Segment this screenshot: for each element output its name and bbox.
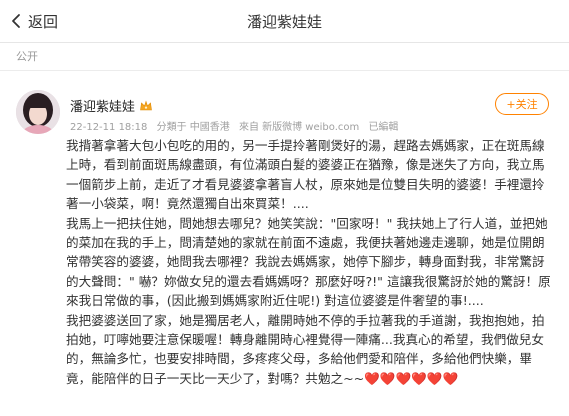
post-source: 來自 新版微博 weibo.com xyxy=(238,122,360,133)
crown-icon xyxy=(140,100,152,110)
follow-button[interactable]: +关注 xyxy=(495,93,549,115)
edited-label[interactable]: 已編輯 xyxy=(368,122,398,133)
heart-emojis: ❤️❤️❤️❤️❤️❤️ xyxy=(364,370,459,386)
username-row: 潘迎紫娃娃 xyxy=(70,96,153,115)
avatar-image xyxy=(16,90,60,134)
post-meta: 22-12-11 18:18 分類于 中國香港 來自 新版微博 weibo.co… xyxy=(70,118,404,133)
post-time: 22-12-11 18:18 xyxy=(70,122,148,133)
top-bar: 返回 潘迎紫娃娃 xyxy=(0,0,569,43)
post-location: 分類于 中國香港 xyxy=(156,122,230,133)
post-paragraph-3-text: 我把婆婆送回了家，她是獨居老人，離開時她不停的手拉著我的手道謝，我抱抱她，拍拍她… xyxy=(66,312,545,386)
post-paragraph-3: 我把婆婆送回了家，她是獨居老人，離開時她不停的手拉著我的手道謝，我抱抱她，拍拍她… xyxy=(66,311,556,389)
divider xyxy=(0,70,569,71)
visibility-label: 公开 xyxy=(16,50,38,63)
avatar[interactable] xyxy=(16,90,60,134)
username[interactable]: 潘迎紫娃娃 xyxy=(70,96,135,115)
post-body: 我揹著拿著大包小包吃的用的，另一手提拎著剛煲好的湯，趕路去媽媽家，正在斑馬線上時… xyxy=(66,136,556,388)
page-title: 潘迎紫娃娃 xyxy=(246,13,322,31)
post-paragraph-1: 我揹著拿著大包小包吃的用的，另一手提拎著剛煲好的湯，趕路去媽媽家，正在斑馬線上時… xyxy=(66,138,545,212)
post-paragraph-2: 我馬上一把扶住她，問她想去哪兒？她笑笑說："回家呀！" 我扶她上了行人道，並把她… xyxy=(66,215,551,309)
